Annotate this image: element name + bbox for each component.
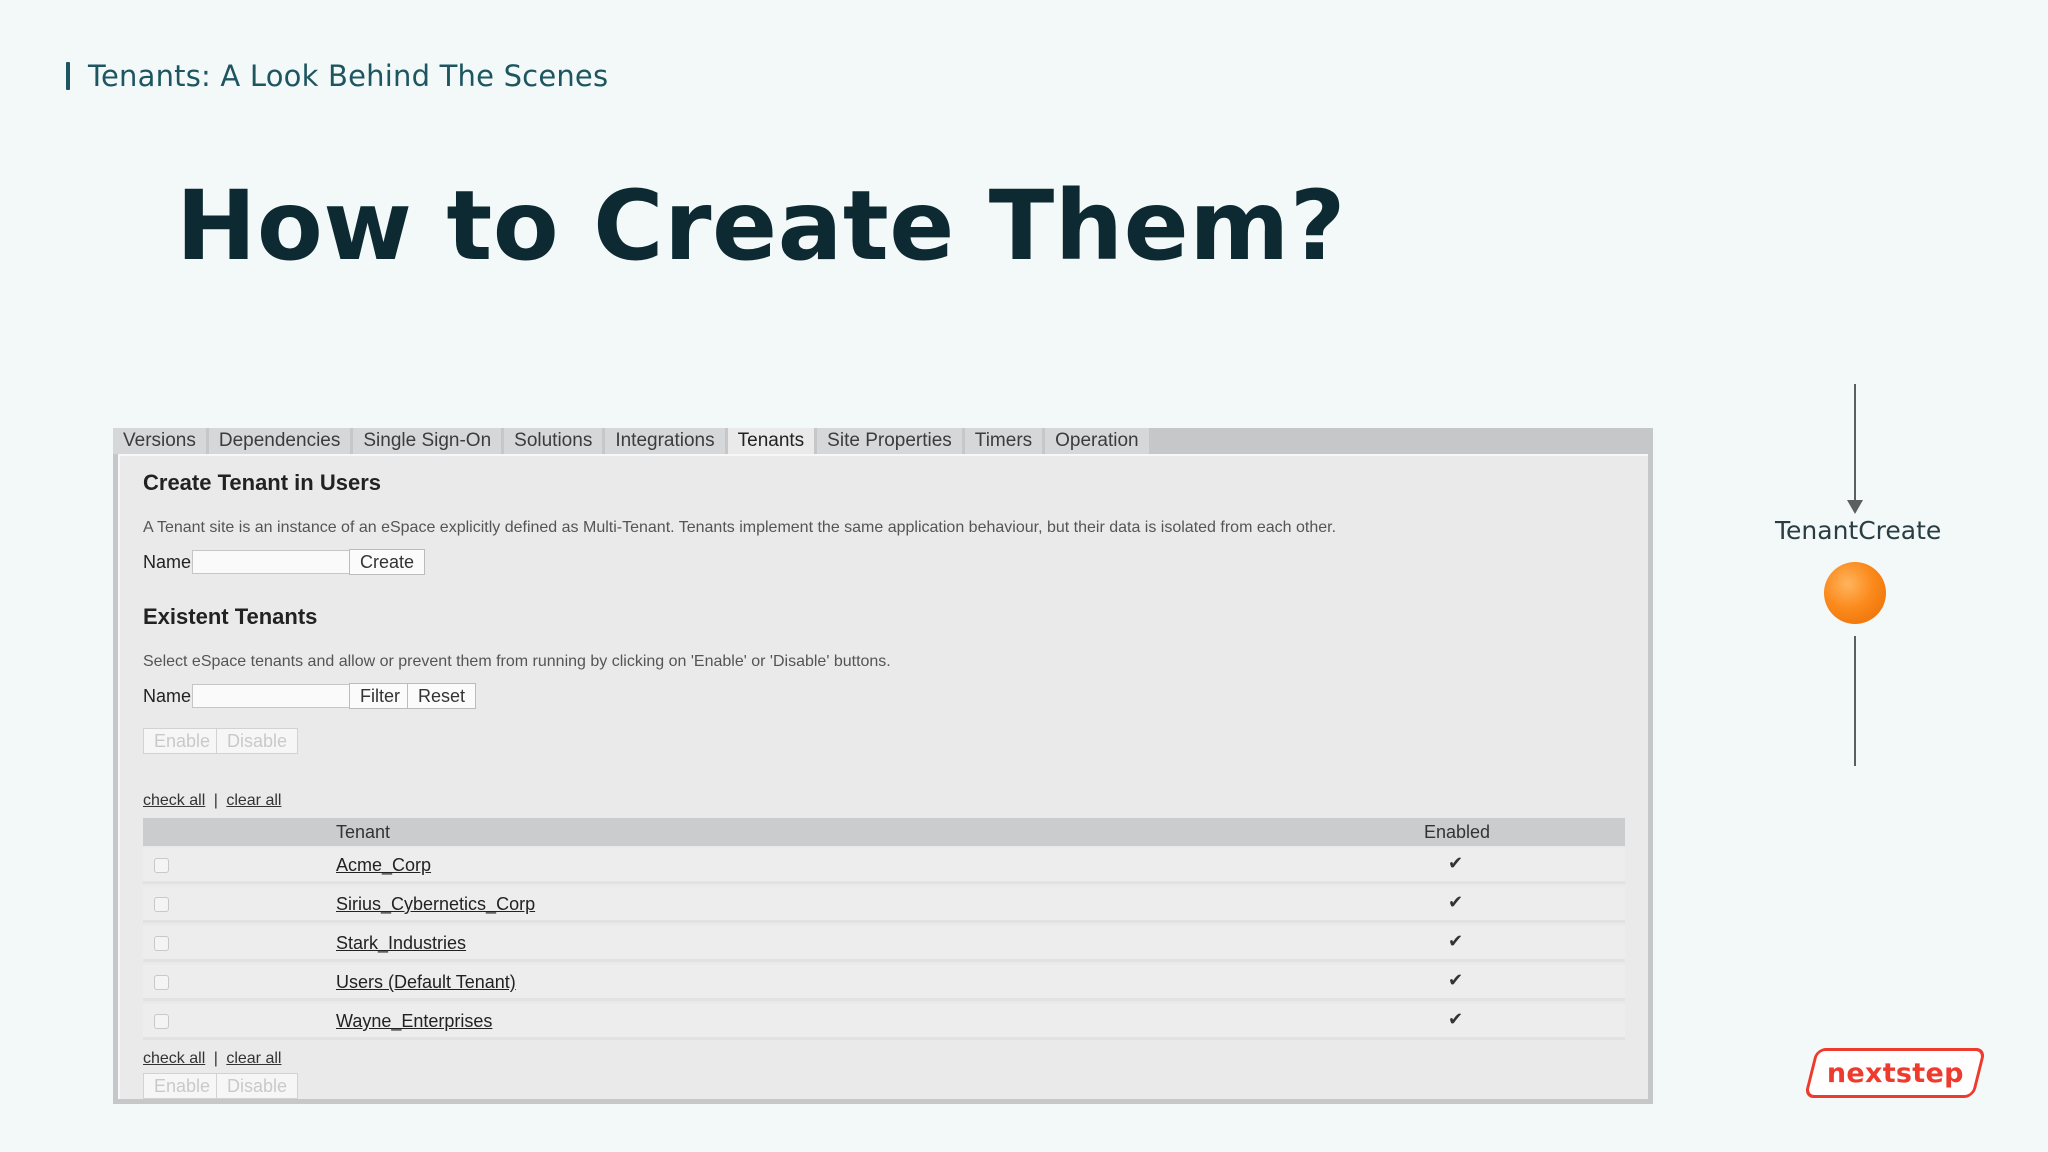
- table-row: Users (Default Tenant) ✔: [143, 965, 1625, 1001]
- create-button[interactable]: Create: [349, 549, 426, 575]
- section-label: Tenants: A Look Behind The Scenes: [66, 56, 608, 96]
- disable-button-bottom[interactable]: Disable: [216, 1073, 299, 1099]
- enabled-check-icon: ✔: [1448, 1009, 1464, 1029]
- tab-timers[interactable]: Timers: [964, 428, 1043, 454]
- tenant-link[interactable]: Sirius_Cybernetics_Corp: [336, 894, 535, 915]
- table-row: Wayne_Enterprises ✔: [143, 1004, 1625, 1040]
- table-row: Acme_Corp ✔: [143, 848, 1625, 884]
- filter-name-label: Name:: [143, 686, 197, 706]
- row-checkbox[interactable]: [154, 858, 169, 873]
- column-header-tenant: Tenant: [336, 822, 391, 842]
- filter-button[interactable]: Filter: [349, 683, 411, 709]
- tab-solutions[interactable]: Solutions: [504, 428, 603, 454]
- check-all-link-top[interactable]: check all: [143, 792, 205, 809]
- create-name-label: Name:: [143, 552, 197, 572]
- row-checkbox[interactable]: [154, 1014, 169, 1029]
- existent-tenants-description: Select eSpace tenants and allow or preve…: [143, 653, 891, 670]
- row-checkbox[interactable]: [154, 975, 169, 990]
- tab-bar: Versions Dependencies Single Sign-On Sol…: [113, 428, 1152, 454]
- row-checkbox[interactable]: [154, 936, 169, 951]
- tab-integrations[interactable]: Integrations: [605, 428, 725, 454]
- flow-arrow-icon: [1847, 500, 1863, 514]
- tenants-admin-screenshot: Versions Dependencies Single Sign-On Sol…: [113, 428, 1653, 1104]
- column-header-enabled: Enabled: [1424, 822, 1491, 842]
- enable-button-bottom[interactable]: Enable: [143, 1073, 222, 1099]
- row-checkbox[interactable]: [154, 897, 169, 912]
- create-tenant-heading: Create Tenant in Users: [143, 470, 382, 495]
- tab-operation[interactable]: Operation: [1045, 428, 1149, 454]
- disable-button-top[interactable]: Disable: [216, 728, 299, 754]
- tab-dependencies[interactable]: Dependencies: [208, 428, 351, 454]
- section-label-text: Tenants: A Look Behind The Scenes: [88, 59, 609, 93]
- create-tenant-description: A Tenant site is an instance of an eSpac…: [143, 519, 1337, 536]
- flow-node-circle: [1824, 562, 1886, 624]
- tenant-link[interactable]: Wayne_Enterprises: [336, 1011, 492, 1032]
- enabled-check-icon: ✔: [1448, 892, 1464, 912]
- link-separator-bottom: |: [213, 1050, 218, 1067]
- section-bar-decoration: [66, 62, 70, 90]
- flow-line-bottom: [1854, 636, 1856, 766]
- link-separator-top: |: [213, 792, 218, 809]
- table-row: Sirius_Cybernetics_Corp ✔: [143, 887, 1625, 923]
- table-row: Stark_Industries ✔: [143, 926, 1625, 962]
- slide-title: How to Create Them?: [176, 170, 1346, 282]
- tenant-table-header: Tenant Enabled: [143, 818, 1625, 846]
- clear-all-link-top[interactable]: clear all: [226, 792, 281, 809]
- tenant-link[interactable]: Users (Default Tenant): [336, 972, 516, 993]
- enabled-check-icon: ✔: [1448, 853, 1464, 873]
- existent-tenants-heading: Existent Tenants: [143, 604, 318, 629]
- flow-node-label: TenantCreate: [1775, 516, 1942, 545]
- tenant-link[interactable]: Stark_Industries: [336, 933, 466, 954]
- tab-site-properties[interactable]: Site Properties: [817, 428, 962, 454]
- logo-text: nextstep: [1826, 1057, 1964, 1089]
- tab-single-sign-on[interactable]: Single Sign-On: [353, 428, 502, 454]
- enable-button-top[interactable]: Enable: [143, 728, 222, 754]
- enabled-check-icon: ✔: [1448, 970, 1464, 990]
- tab-versions[interactable]: Versions: [113, 428, 206, 454]
- tenants-panel: Create Tenant in Users A Tenant site is …: [118, 454, 1648, 1099]
- clear-all-link-bottom[interactable]: clear all: [226, 1050, 281, 1067]
- tab-tenants[interactable]: Tenants: [727, 428, 815, 454]
- flow-line-top: [1854, 384, 1856, 502]
- tenant-link[interactable]: Acme_Corp: [336, 855, 431, 876]
- check-all-link-bottom[interactable]: check all: [143, 1050, 205, 1067]
- selection-links-top: check all | clear all: [143, 792, 281, 810]
- selection-links-bottom: check all | clear all: [143, 1050, 281, 1068]
- enabled-check-icon: ✔: [1448, 931, 1464, 951]
- reset-button[interactable]: Reset: [407, 683, 477, 709]
- nextstep-logo: nextstep: [1803, 1048, 1987, 1098]
